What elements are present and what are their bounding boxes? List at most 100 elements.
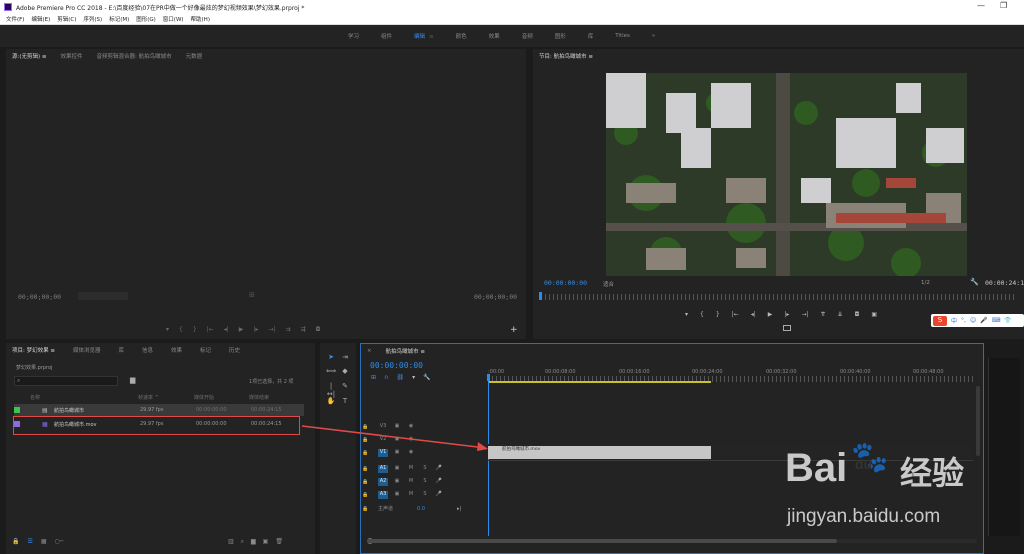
timeline-hscroll[interactable] [367,538,977,544]
marker-icon[interactable]: ▾ [166,326,169,333]
new-bin-icon[interactable]: ▆ [130,376,135,384]
ime-cn-icon[interactable]: 中 [951,316,957,325]
sync-lock-icon[interactable]: 🔒 [362,479,374,485]
sync-lock-icon[interactable]: 🔒 [362,492,374,498]
source-zoom-dropdown[interactable] [78,292,128,300]
go-to-out-icon[interactable]: →| [268,326,275,333]
track-label[interactable]: A2 [378,477,388,486]
program-playhead[interactable] [539,292,542,300]
ime-keyboard-icon[interactable]: ⌨ [992,317,1001,324]
ws-libraries[interactable]: 库 [588,32,594,40]
step-back-icon[interactable]: ◂| [224,326,229,333]
ws-learn[interactable]: 学习 [348,32,359,40]
tab-metadata[interactable]: 元数据 [186,52,203,60]
hscroll-thumb[interactable] [367,539,837,543]
pen-tool-icon[interactable]: ✎ [340,382,350,392]
menu-help[interactable]: 帮助(H) [191,15,210,23]
timeline-settings-icon[interactable]: 🔧 [423,374,430,381]
snap-icon[interactable]: ∩ [384,374,388,381]
mute-icon[interactable]: M [406,491,416,499]
mark-out-icon[interactable]: } [193,326,197,333]
automate-icon[interactable]: ▥ [228,538,234,546]
settings-icon[interactable]: ⊞ [249,291,255,299]
ws-editing[interactable]: 编辑 ≡ [414,32,434,40]
zoom-slider-icon[interactable]: ○─ [55,538,64,545]
sync-lock-icon[interactable]: 🔒 [362,506,374,512]
go-to-in-icon[interactable]: |← [732,311,739,318]
mark-in-icon[interactable]: { [700,311,704,318]
program-timecode[interactable]: 00:00:00:00 [544,279,587,287]
list-view-icon[interactable]: ☰ [27,538,32,545]
track-a3[interactable]: 🔒 A3 ▣ M S 🎤 [362,488,482,501]
menu-file[interactable]: 文件(F) [6,15,24,23]
tab-effects[interactable]: 效果 [171,346,182,354]
menu-clip[interactable]: 剪辑(C) [57,15,76,23]
tab-libraries[interactable]: 库 [118,346,124,354]
extract-icon[interactable]: ⇊ [838,311,843,318]
go-to-end-icon[interactable]: ▸| [457,506,461,512]
button-editor-icon[interactable] [783,325,791,331]
timeline-timecode[interactable]: 00:00:00:00 [370,361,423,370]
track-a2[interactable]: 🔒 A2 ▣ M S 🎤 [362,475,482,488]
tab-source[interactable]: 源:(无剪辑) ≡ [12,52,47,60]
close-tab-icon[interactable]: × [367,348,372,354]
project-search-input[interactable]: ⌕ [14,376,118,386]
toggle-sync-icon[interactable]: ▣ [392,478,402,486]
mute-icon[interactable]: M [406,478,416,486]
source-timecode-in[interactable]: 00;00;00;00 [18,293,61,301]
compare-icon[interactable]: ▣ [871,311,877,318]
wrench-icon[interactable]: 🔧 [970,278,979,286]
solo-icon[interactable]: S [420,478,430,486]
add-marker-icon[interactable]: ▾ [412,374,415,381]
slip-tool-icon[interactable]: |↔| [326,382,336,398]
tab-program[interactable]: 节目: 航拍鸟瞰城市 ≡ [539,52,593,60]
voiceover-mic-icon[interactable]: 🎤 [434,491,444,499]
col-name[interactable]: 名称 [30,394,40,401]
track-label[interactable]: A3 [378,490,388,499]
new-bin-button-icon[interactable]: ▆ [251,538,256,546]
ime-punct-icon[interactable]: °, [961,317,966,324]
tab-markers[interactable]: 标记 [200,346,211,354]
master-volume[interactable]: 0.0 [417,506,425,512]
ws-assembly[interactable]: 组件 [381,32,392,40]
ime-skin-icon[interactable]: 👕 [1004,317,1011,324]
marker-icon[interactable]: ▾ [685,311,688,318]
track-label[interactable]: A1 [378,464,388,473]
col-fps[interactable]: 帧速率 ^ [138,394,159,401]
mark-in-icon[interactable]: { [179,326,183,333]
export-frame-icon[interactable]: ◘ [316,326,321,333]
tab-history[interactable]: 历史 [229,346,240,354]
mute-icon[interactable]: M [406,465,416,473]
play-icon[interactable]: ▶ [239,326,244,333]
menu-marker[interactable]: 标记(M) [109,15,129,23]
ws-graphics[interactable]: 图形 [555,32,566,40]
toggle-sync-icon[interactable]: ▣ [392,491,402,499]
overwrite-icon[interactable]: ⇶ [301,326,306,333]
tab-media-browser[interactable]: 媒体浏览器 [73,346,101,354]
voiceover-mic-icon[interactable]: 🎤 [434,478,444,486]
minimize-button[interactable]: — [977,1,985,10]
label-color-chip[interactable] [14,407,20,413]
menu-graphics[interactable]: 图形(G) [136,15,156,23]
work-area-bar[interactable] [488,381,711,383]
tab-effect-controls[interactable]: 效果控件 [61,52,83,60]
linked-selection-icon[interactable]: ⛓ [396,374,404,381]
ws-menu-icon[interactable]: ≡ [429,34,434,40]
project-item-sequence[interactable]: ▤ 航拍鸟瞰城市 29.97 fps 00:00:00:00 00:00:24:… [14,404,304,416]
go-to-out-icon[interactable]: →| [801,311,808,318]
ws-audio[interactable]: 音频 [522,32,533,40]
ws-more[interactable]: » [652,33,655,39]
restore-button[interactable]: ❐ [1000,1,1007,10]
col-media-end[interactable]: 媒体结束 [249,394,269,401]
ws-effects[interactable]: 效果 [489,32,500,40]
program-ruler[interactable] [541,294,1017,300]
mark-out-icon[interactable]: } [716,311,720,318]
video-clip[interactable]: 航拍鸟瞰城市.mov [488,446,711,459]
icon-view-icon[interactable]: ▦ [41,538,47,545]
step-back-icon[interactable]: ◂| [751,311,756,318]
voiceover-mic-icon[interactable]: 🎤 [434,465,444,473]
new-item-icon[interactable]: ▣ [263,538,269,546]
delete-icon[interactable]: 🗑 [275,538,283,546]
col-media-start[interactable]: 媒体开始 [194,394,214,401]
selection-tool-icon[interactable]: ➤ [326,353,336,363]
